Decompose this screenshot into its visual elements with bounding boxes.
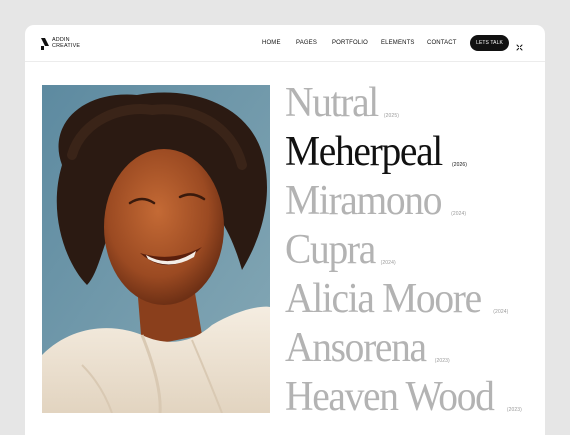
project-year: (2026) — [451, 162, 468, 168]
project-item-meherpeal[interactable]: Meherpeal (2026) — [285, 131, 467, 173]
site-header: ADDIN CREATIVE HOME PAGES PORTFOLIO ELEM… — [25, 25, 545, 62]
project-year: (2024) — [451, 211, 467, 217]
project-name: Miramono — [285, 178, 442, 224]
project-name: Nutral — [285, 80, 379, 126]
project-name: Ansorena — [285, 325, 427, 371]
project-name: Cupra — [285, 227, 376, 273]
grid-expand-icon[interactable] — [515, 39, 524, 51]
project-name: Alicia Moore — [285, 276, 482, 322]
project-item-nutral[interactable]: Nutral (2025) — [285, 82, 399, 124]
brand-logo[interactable]: ADDIN CREATIVE — [41, 37, 80, 51]
project-year: (2023) — [506, 407, 522, 413]
nav-portfolio[interactable]: PORTFOLIO — [332, 40, 368, 46]
brand-name-line2: CREATIVE — [52, 43, 81, 49]
brand-name: ADDIN CREATIVE — [52, 38, 80, 49]
project-name: Meherpeal — [285, 129, 443, 175]
project-item-miramono[interactable]: Miramono (2024) — [285, 180, 466, 222]
nav-contact[interactable]: CONTACT — [427, 40, 457, 46]
lets-talk-button[interactable]: LETS TALK — [470, 35, 509, 51]
page-card: ADDIN CREATIVE HOME PAGES PORTFOLIO ELEM… — [25, 25, 545, 435]
nav-pages[interactable]: PAGES — [296, 40, 317, 46]
nav-home[interactable]: HOME — [262, 40, 281, 46]
project-year: (2024) — [493, 309, 509, 315]
nav-elements[interactable]: ELEMENTS — [381, 40, 415, 46]
project-item-cupra[interactable]: Cupra (2024) — [285, 229, 396, 271]
project-year: (2024) — [380, 260, 396, 266]
project-item-ansorena[interactable]: Ansorena (2023) — [285, 327, 450, 369]
logo-mark-icon — [41, 38, 50, 50]
project-item-heaven-wood[interactable]: Heaven Wood (2023) — [285, 376, 522, 418]
project-item-alicia-moore[interactable]: Alicia Moore (2024) — [285, 278, 508, 320]
project-year: (2023) — [434, 358, 450, 364]
project-year: (2025) — [383, 113, 399, 119]
project-name: Heaven Wood — [285, 374, 495, 420]
hero-portrait-image — [42, 85, 270, 413]
